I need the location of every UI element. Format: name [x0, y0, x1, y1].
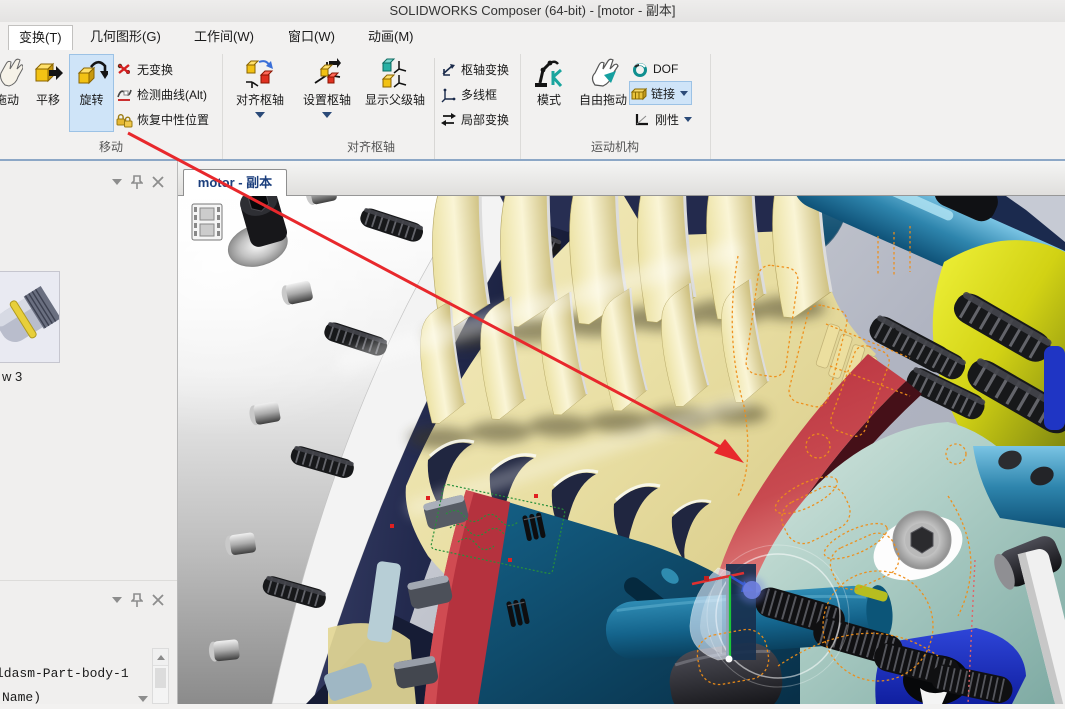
tab-geometry[interactable]: 几何图形(G): [80, 25, 171, 49]
rigid-button[interactable]: 刚性: [634, 108, 692, 130]
local-transform-icon: [440, 111, 457, 128]
restore-neutral-lock-icon: [116, 111, 133, 128]
align-pivot-icon: [244, 57, 276, 89]
rotate-button[interactable]: 旋转: [70, 55, 113, 131]
pin-icon[interactable]: [131, 593, 143, 608]
local-transform-button[interactable]: 局部变换: [440, 108, 509, 130]
close-icon[interactable]: [152, 176, 164, 188]
pivot-transform-label: 枢轴变换: [461, 61, 509, 78]
rotate-label: 旋转: [79, 91, 103, 108]
link-label: 链接: [651, 85, 675, 102]
detect-curve-button[interactable]: 检测曲线(Alt): [116, 83, 207, 105]
tab-transform[interactable]: 变换(T): [8, 25, 73, 51]
free-drag-button[interactable]: 自由拖动: [572, 55, 634, 131]
tab-window[interactable]: 窗口(W): [278, 25, 345, 49]
panel-separator: [0, 580, 177, 581]
detect-curve-icon: [116, 86, 133, 103]
panel-toolbar-top: [112, 175, 164, 189]
rigid-label: 刚性: [655, 111, 679, 128]
move-group-label: 移动: [0, 138, 222, 155]
set-pivot-button[interactable]: 设置枢轴: [296, 55, 358, 131]
set-pivot-icon: [311, 57, 343, 89]
close-icon[interactable]: [152, 594, 164, 606]
blue-strip: [1044, 346, 1065, 430]
no-transform-button[interactable]: 无变换: [116, 58, 173, 80]
drag-label: 拖动: [0, 91, 19, 108]
film-icon[interactable]: [192, 204, 222, 240]
window-title: SOLIDWORKS Composer (64-bit) - [motor - …: [0, 0, 1065, 22]
restore-neutral-label: 恢复中性位置: [137, 111, 209, 128]
left-panel: w 3 ldasm-Part-body-1 Name): [0, 161, 178, 704]
mode-button[interactable]: 模式: [528, 55, 570, 131]
pan-icon: [32, 57, 64, 89]
dof-label: DOF: [653, 62, 678, 76]
tab-animation[interactable]: 动画(M): [358, 25, 424, 49]
no-transform-label: 无变换: [137, 61, 173, 78]
pan-button[interactable]: 平移: [26, 55, 70, 131]
mode-label: 模式: [537, 91, 561, 108]
tree-expander-icon[interactable]: [138, 696, 148, 707]
align-pivot-button[interactable]: 对齐枢轴: [228, 55, 292, 131]
ribbon: 拖动 平移 旋转 无变换: [0, 50, 1065, 159]
link-button[interactable]: 链接: [630, 82, 691, 104]
panel-toolbar-bottom: [112, 593, 164, 607]
drag-hand-icon: [0, 57, 23, 89]
silver-hex-bolt: [893, 511, 951, 569]
rigid-icon: [634, 111, 651, 128]
kinematics-group-label: 运动机构: [520, 138, 710, 155]
free-drag-hand-icon: [587, 57, 619, 89]
view-thumbnail[interactable]: [0, 271, 60, 363]
restore-neutral-button[interactable]: 恢复中性位置: [116, 108, 209, 130]
panel-scrollbar[interactable]: [152, 648, 169, 704]
pivot-transform-icon: [440, 61, 457, 78]
free-drag-label: 自由拖动: [579, 91, 627, 108]
show-parent-axes-icon: [379, 57, 411, 89]
motor-3d-scene: [178, 196, 1065, 704]
link-dropdown-icon[interactable]: [680, 91, 688, 100]
multi-wireframe-icon: [440, 86, 457, 103]
document-tab-strip: motor - 副本: [178, 161, 1065, 196]
menu-tab-bar: 变换(T) 几何图形(G) 工作间(W) 窗口(W) 动画(M): [0, 22, 1065, 50]
set-pivot-label: 设置枢轴: [303, 91, 351, 108]
manipulator-sphere: [743, 581, 761, 599]
dof-button[interactable]: DOF: [632, 58, 678, 80]
tree-item-name[interactable]: Name): [2, 690, 41, 705]
align-pivot-dropdown-icon[interactable]: [255, 112, 265, 123]
scrollbar-thumb[interactable]: [155, 668, 166, 688]
local-transform-label: 局部变换: [461, 111, 509, 128]
mode-robot-icon: [533, 57, 565, 89]
show-parent-axes-label: 显示父级轴: [365, 91, 425, 108]
multi-wireframe-label: 多线框: [461, 86, 497, 103]
view-thumbnail-label[interactable]: w 3: [2, 369, 22, 384]
dof-icon: [632, 61, 649, 78]
rigid-dropdown-icon[interactable]: [684, 117, 692, 126]
show-parent-axes-button[interactable]: 显示父级轴: [360, 55, 430, 131]
pivot-transform-button[interactable]: 枢轴变换: [440, 58, 509, 80]
multi-wireframe-button[interactable]: 多线框: [440, 83, 497, 105]
set-pivot-dropdown-icon[interactable]: [322, 112, 332, 123]
tab-workshop[interactable]: 工作间(W): [184, 25, 264, 49]
detect-curve-label: 检测曲线(Alt): [137, 86, 207, 103]
align-pivot-label: 对齐枢轴: [236, 91, 284, 108]
pan-label: 平移: [36, 91, 60, 108]
document-tab-motor[interactable]: motor - 副本: [183, 169, 287, 196]
no-transform-icon: [116, 61, 133, 78]
panel-menu-icon[interactable]: [112, 597, 122, 608]
scrollbar-up-icon[interactable]: [153, 649, 168, 666]
viewport-3d[interactable]: [178, 196, 1065, 704]
ribbon-separator: [710, 54, 711, 159]
pin-icon[interactable]: [131, 175, 143, 190]
pivot-group-label: 对齐枢轴: [222, 138, 520, 155]
panel-menu-icon[interactable]: [112, 179, 122, 190]
rotate-icon: [76, 57, 108, 89]
link-icon: [630, 85, 647, 102]
tree-item-part-body[interactable]: ldasm-Part-body-1: [0, 666, 129, 681]
